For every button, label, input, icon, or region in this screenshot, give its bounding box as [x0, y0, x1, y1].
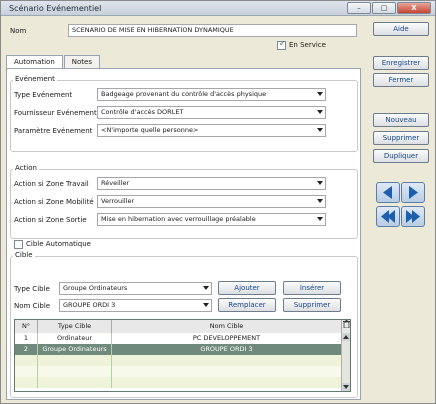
nouveau-button[interactable]: Nouveau	[373, 113, 429, 127]
zone-sortie-value: Mise en hibernation avec verrouillage pr…	[101, 215, 256, 223]
arrow-first-icon	[381, 210, 395, 223]
supprimer-cible-button[interactable]: Supprimer	[283, 298, 341, 312]
chevron-down-icon	[203, 303, 209, 307]
maximize-button[interactable]: □	[372, 2, 396, 14]
scroll-up-icon[interactable]	[342, 333, 350, 341]
table-row-empty	[15, 366, 341, 377]
cell-numero: 1	[15, 333, 38, 344]
nom-cible-value: GROUPE ORDI 3	[63, 301, 116, 309]
type-evenement-value: Badgeage provenant du contrôle d'accès p…	[101, 90, 267, 98]
cible-table: N° Type Cible Nom Cible 1 Ordinateur PC …	[14, 319, 351, 392]
title-bar[interactable]: Scénario Evénementiel – □ X	[1, 1, 435, 16]
type-cible-value: Groupe Ordinateurs	[63, 284, 128, 292]
type-cible-select[interactable]: Groupe Ordinateurs	[59, 282, 212, 295]
zone-mobilite-label: Action si Zone Mobilité	[14, 198, 94, 206]
name-label: Nom	[10, 27, 27, 35]
arrow-left-icon	[383, 186, 392, 199]
parametre-label: Paramètre Evénement	[14, 127, 93, 135]
zone-travail-value: Réveiller	[101, 179, 130, 187]
enregistrer-button[interactable]: Enregistrer	[373, 56, 429, 70]
window-controls: – □ X	[346, 2, 431, 14]
evenement-title: Evénement	[13, 75, 57, 83]
table-header: N° Type Cible Nom Cible	[15, 320, 350, 333]
next-button[interactable]	[401, 182, 425, 203]
client-area: Nom SCENARIO DE MISE EN HIBERNATION DYNA…	[1, 16, 435, 403]
inserer-button[interactable]: Insérer	[283, 281, 341, 295]
zone-mobilite-select[interactable]: Verrouiller	[97, 195, 326, 208]
fournisseur-value: Contrôle d'accès DORLET	[101, 108, 184, 116]
col-nom-header[interactable]: Nom Cible	[112, 320, 342, 333]
parametre-value: <N'importe quelle personne>	[101, 126, 199, 134]
cible-title: Cible	[13, 251, 35, 259]
action-title: Action	[13, 164, 39, 172]
zone-travail-label: Action si Zone Travail	[14, 180, 89, 188]
col-type-header[interactable]: Type Cible	[38, 320, 112, 333]
minimize-button[interactable]: –	[347, 2, 371, 14]
chevron-down-icon	[317, 110, 323, 114]
scroll-down-icon[interactable]	[342, 383, 350, 391]
tab-notes[interactable]: Notes	[63, 55, 100, 69]
in-service-checkbox[interactable]	[277, 39, 286, 50]
supprimer-button[interactable]: Supprimer	[373, 131, 429, 145]
zone-travail-select[interactable]: Réveiller	[97, 177, 326, 190]
zone-sortie-label: Action si Zone Sortie	[14, 216, 87, 224]
fournisseur-label: Fournisseur Evénement	[14, 109, 97, 117]
dupliquer-button[interactable]: Dupliquer	[373, 149, 429, 163]
previous-button[interactable]	[376, 182, 400, 203]
chevron-down-icon	[203, 286, 209, 290]
first-button[interactable]	[376, 206, 400, 227]
last-button[interactable]	[401, 206, 425, 227]
fournisseur-select[interactable]: Contrôle d'accès DORLET	[97, 106, 326, 119]
window-title: Scénario Evénementiel	[9, 4, 102, 13]
ajouter-button[interactable]: Ajouter	[218, 281, 276, 295]
chevron-down-icon	[317, 181, 323, 185]
arrow-last-icon	[406, 210, 420, 223]
fermer-button[interactable]: Fermer	[373, 73, 429, 87]
chevron-down-icon	[317, 128, 323, 132]
chevron-down-icon	[317, 92, 323, 96]
cell-type: Groupe Ordinateurs	[38, 344, 112, 355]
table-row[interactable]: 1 Ordinateur PC DEVELOPPEMENT	[15, 333, 341, 344]
remplacer-button[interactable]: Remplacer	[218, 298, 276, 312]
cell-nom: PC DEVELOPPEMENT	[192, 334, 261, 342]
zone-sortie-select[interactable]: Mise en hibernation avec verrouillage pr…	[97, 213, 326, 226]
parametre-select[interactable]: <N'importe quelle personne>	[97, 124, 326, 137]
tab-strip: Automation Notes	[6, 55, 101, 70]
in-service-label: En Service	[289, 41, 326, 49]
table-row-empty	[15, 355, 341, 366]
chevron-down-icon	[317, 217, 323, 221]
type-cible-label: Type Cible	[14, 285, 50, 293]
automation-page: Evénement Type Evénement Badgeage proven…	[6, 68, 361, 400]
nom-cible-select[interactable]: GROUPE ORDI 3	[59, 299, 212, 312]
zone-mobilite-value: Verrouiller	[101, 197, 135, 205]
cell-nom: GROUPE ORDI 3	[200, 345, 253, 353]
arrow-right-icon	[409, 186, 418, 199]
aide-button[interactable]: Aide	[373, 22, 429, 36]
cell-type: Ordinateur	[38, 333, 112, 344]
type-evenement-select[interactable]: Badgeage provenant du contrôle d'accès p…	[97, 88, 326, 101]
type-evenement-label: Type Evénement	[14, 91, 73, 99]
nom-cible-label: Nom Cible	[14, 302, 51, 310]
cell-numero: 2	[15, 344, 38, 355]
table-scrollbar[interactable]	[341, 333, 350, 391]
table-row[interactable]: 2 Groupe Ordinateurs GROUPE ORDI 3	[15, 344, 341, 355]
cible-auto-label: Cible Automatique	[26, 240, 91, 248]
col-numero-header[interactable]: N°	[15, 320, 38, 333]
chevron-down-icon	[317, 199, 323, 203]
cible-auto-checkbox[interactable]	[14, 240, 23, 249]
name-field[interactable]: SCENARIO DE MISE EN HIBERNATION DYNAMIQU…	[68, 24, 357, 37]
table-row-empty	[15, 377, 341, 388]
scenario-window: Scénario Evénementiel – □ X Nom SCENARIO…	[0, 0, 436, 404]
trash-icon[interactable]	[342, 320, 350, 333]
close-button[interactable]: X	[397, 2, 431, 14]
